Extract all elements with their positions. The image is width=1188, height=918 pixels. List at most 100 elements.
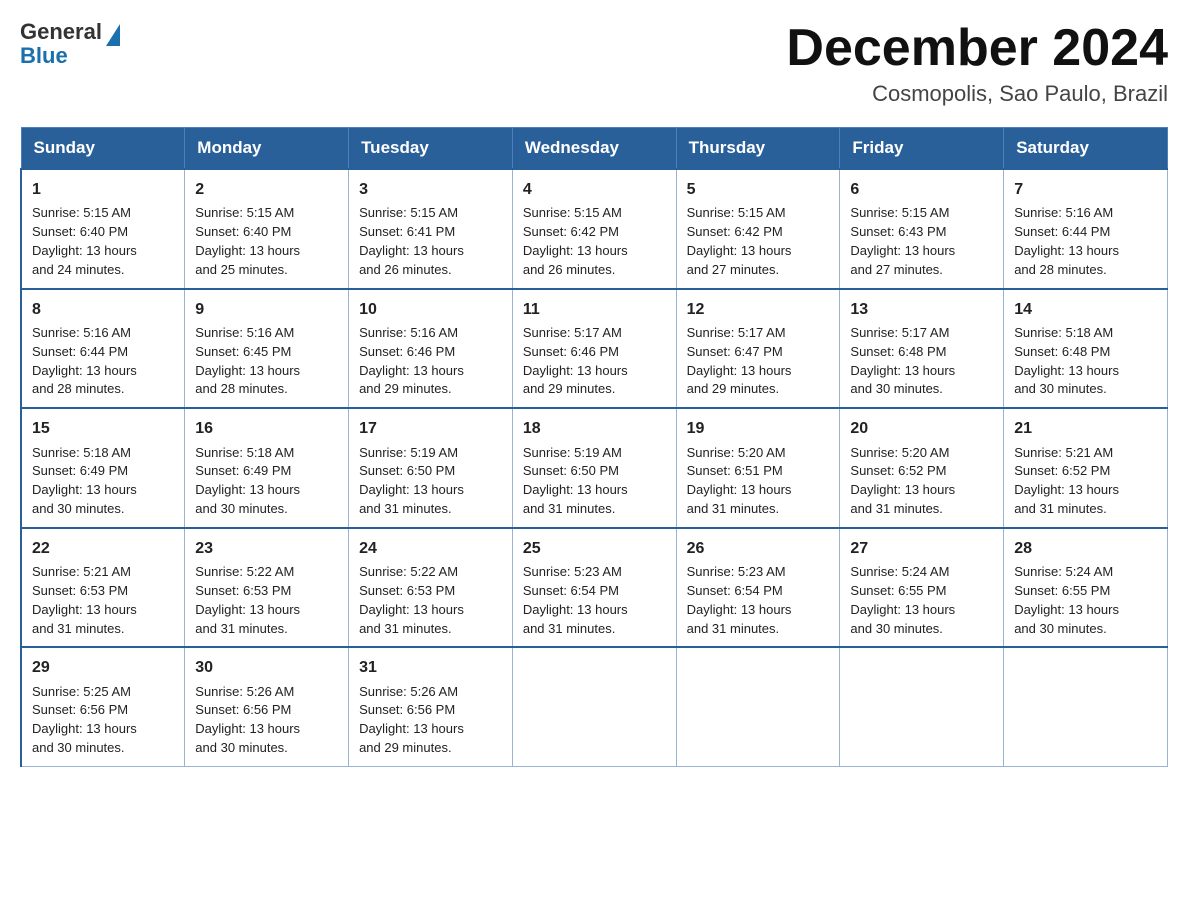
day-number: 18 [523,417,666,440]
calendar-cell [676,647,840,766]
day-info: Sunrise: 5:19 AMSunset: 6:50 PMDaylight:… [523,444,666,519]
logo-blue: Blue [20,44,102,68]
calendar-cell [1004,647,1168,766]
day-header-friday: Friday [840,128,1004,170]
day-number: 8 [32,298,174,321]
calendar-cell: 29 Sunrise: 5:25 AMSunset: 6:56 PMDayligh… [21,647,185,766]
calendar-cell: 7Sunrise: 5:16 AMSunset: 6:44 PMDaylight… [1004,169,1168,289]
calendar-cell: 17Sunrise: 5:19 AMSunset: 6:50 PMDayligh… [349,408,513,528]
calendar-cell: 21 Sunrise: 5:21 AMSunset: 6:52 PMDayligh… [1004,408,1168,528]
day-info: Sunrise: 5:18 AMSunset: 6:48 PMDaylight:… [1014,324,1157,399]
calendar-cell [512,647,676,766]
calendar-cell: 8 Sunrise: 5:16 AMSunset: 6:44 PMDaylight… [21,289,185,409]
day-info: Sunrise: 5:23 AMSunset: 6:54 PMDaylight:… [687,563,830,638]
calendar-cell: 9 Sunrise: 5:16 AMSunset: 6:45 PMDaylight… [185,289,349,409]
day-number: 10 [359,298,502,321]
calendar-cell: 10 Sunrise: 5:16 AMSunset: 6:46 PMDayligh… [349,289,513,409]
calendar-cell: 12Sunrise: 5:17 AMSunset: 6:47 PMDayligh… [676,289,840,409]
title-block: December 2024 Cosmopolis, Sao Paulo, Bra… [786,20,1168,107]
calendar-cell: 24 Sunrise: 5:22 AMSunset: 6:53 PMDayligh… [349,528,513,648]
calendar-week-4: 22Sunrise: 5:21 AMSunset: 6:53 PMDayligh… [21,528,1168,648]
calendar-cell: 3 Sunrise: 5:15 AMSunset: 6:41 PMDaylight… [349,169,513,289]
calendar-cell: 14 Sunrise: 5:18 AMSunset: 6:48 PMDayligh… [1004,289,1168,409]
day-info: Sunrise: 5:15 AMSunset: 6:41 PMDaylight:… [359,204,502,279]
logo-general: General [20,20,102,44]
day-info: Sunrise: 5:15 AMSunset: 6:43 PMDaylight:… [850,204,993,279]
day-number: 30 [195,656,338,679]
day-number: 24 [359,537,502,560]
calendar-cell: 28 Sunrise: 5:24 AMSunset: 6:55 PMDayligh… [1004,528,1168,648]
day-info: Sunrise: 5:16 AMSunset: 6:44 PMDaylight:… [32,324,174,399]
day-info: Sunrise: 5:24 AMSunset: 6:55 PMDaylight:… [850,563,993,638]
day-info: Sunrise: 5:16 AMSunset: 6:45 PMDaylight:… [195,324,338,399]
day-number: 25 [523,537,666,560]
day-info: Sunrise: 5:15 AMSunset: 6:42 PMDaylight:… [687,204,830,279]
calendar-cell: 20Sunrise: 5:20 AMSunset: 6:52 PMDayligh… [840,408,1004,528]
calendar-cell: 30 Sunrise: 5:26 AMSunset: 6:56 PMDayligh… [185,647,349,766]
day-number: 14 [1014,298,1157,321]
day-info: Sunrise: 5:16 AMSunset: 6:46 PMDaylight:… [359,324,502,399]
calendar-cell: 18 Sunrise: 5:19 AMSunset: 6:50 PMDayligh… [512,408,676,528]
day-info: Sunrise: 5:15 AMSunset: 6:42 PMDaylight:… [523,204,666,279]
day-info: Sunrise: 5:24 AMSunset: 6:55 PMDaylight:… [1014,563,1157,638]
day-info: Sunrise: 5:21 AMSunset: 6:53 PMDaylight:… [32,563,174,638]
calendar-cell: 2Sunrise: 5:15 AMSunset: 6:40 PMDaylight… [185,169,349,289]
day-number: 20 [850,417,993,440]
day-info: Sunrise: 5:26 AMSunset: 6:56 PMDaylight:… [195,683,338,758]
day-info: Sunrise: 5:17 AMSunset: 6:48 PMDaylight:… [850,324,993,399]
day-info: Sunrise: 5:21 AMSunset: 6:52 PMDaylight:… [1014,444,1157,519]
calendar-week-5: 29 Sunrise: 5:25 AMSunset: 6:56 PMDayligh… [21,647,1168,766]
calendar-cell [840,647,1004,766]
calendar-week-1: 1Sunrise: 5:15 AMSunset: 6:40 PMDaylight… [21,169,1168,289]
day-number: 23 [195,537,338,560]
day-number: 3 [359,178,502,201]
logo-triangle-icon [106,24,120,46]
page-header: General Blue December 2024 Cosmopolis, S… [20,20,1168,107]
calendar-cell: 31Sunrise: 5:26 AMSunset: 6:56 PMDayligh… [349,647,513,766]
day-info: Sunrise: 5:16 AMSunset: 6:44 PMDaylight:… [1014,204,1157,279]
day-number: 2 [195,178,338,201]
day-header-saturday: Saturday [1004,128,1168,170]
calendar-cell: 16 Sunrise: 5:18 AMSunset: 6:49 PMDayligh… [185,408,349,528]
day-number: 11 [523,298,666,321]
day-info: Sunrise: 5:20 AMSunset: 6:51 PMDaylight:… [687,444,830,519]
calendar-cell: 22Sunrise: 5:21 AMSunset: 6:53 PMDayligh… [21,528,185,648]
day-info: Sunrise: 5:18 AMSunset: 6:49 PMDaylight:… [32,444,174,519]
day-info: Sunrise: 5:17 AMSunset: 6:47 PMDaylight:… [687,324,830,399]
calendar-cell: 23 Sunrise: 5:22 AMSunset: 6:53 PMDayligh… [185,528,349,648]
day-number: 15 [32,417,174,440]
day-info: Sunrise: 5:26 AMSunset: 6:56 PMDaylight:… [359,683,502,758]
day-number: 19 [687,417,830,440]
calendar-cell: 13 Sunrise: 5:17 AMSunset: 6:48 PMDayligh… [840,289,1004,409]
day-info: Sunrise: 5:22 AMSunset: 6:53 PMDaylight:… [359,563,502,638]
calendar-cell: 1Sunrise: 5:15 AMSunset: 6:40 PMDaylight… [21,169,185,289]
day-number: 13 [850,298,993,321]
day-header-thursday: Thursday [676,128,840,170]
calendar-cell: 27 Sunrise: 5:24 AMSunset: 6:55 PMDayligh… [840,528,1004,648]
day-info: Sunrise: 5:23 AMSunset: 6:54 PMDaylight:… [523,563,666,638]
day-number: 26 [687,537,830,560]
calendar-cell: 4Sunrise: 5:15 AMSunset: 6:42 PMDaylight… [512,169,676,289]
location: Cosmopolis, Sao Paulo, Brazil [786,81,1168,107]
day-number: 21 [1014,417,1157,440]
calendar-week-3: 15 Sunrise: 5:18 AMSunset: 6:49 PMDayligh… [21,408,1168,528]
day-number: 28 [1014,537,1157,560]
day-header-tuesday: Tuesday [349,128,513,170]
day-number: 27 [850,537,993,560]
day-number: 5 [687,178,830,201]
month-title: December 2024 [786,20,1168,77]
calendar-cell: 15 Sunrise: 5:18 AMSunset: 6:49 PMDayligh… [21,408,185,528]
day-number: 1 [32,178,174,201]
day-info: Sunrise: 5:22 AMSunset: 6:53 PMDaylight:… [195,563,338,638]
day-info: Sunrise: 5:25 AMSunset: 6:56 PMDaylight:… [32,683,174,758]
day-number: 16 [195,417,338,440]
calendar-week-2: 8 Sunrise: 5:16 AMSunset: 6:44 PMDaylight… [21,289,1168,409]
calendar-table: SundayMondayTuesdayWednesdayThursdayFrid… [20,127,1168,767]
day-info: Sunrise: 5:17 AMSunset: 6:46 PMDaylight:… [523,324,666,399]
day-info: Sunrise: 5:18 AMSunset: 6:49 PMDaylight:… [195,444,338,519]
day-number: 9 [195,298,338,321]
calendar-body: 1Sunrise: 5:15 AMSunset: 6:40 PMDaylight… [21,169,1168,766]
logo-text: General Blue [20,20,102,68]
day-number: 29 [32,656,174,679]
calendar-cell: 25 Sunrise: 5:23 AMSunset: 6:54 PMDayligh… [512,528,676,648]
